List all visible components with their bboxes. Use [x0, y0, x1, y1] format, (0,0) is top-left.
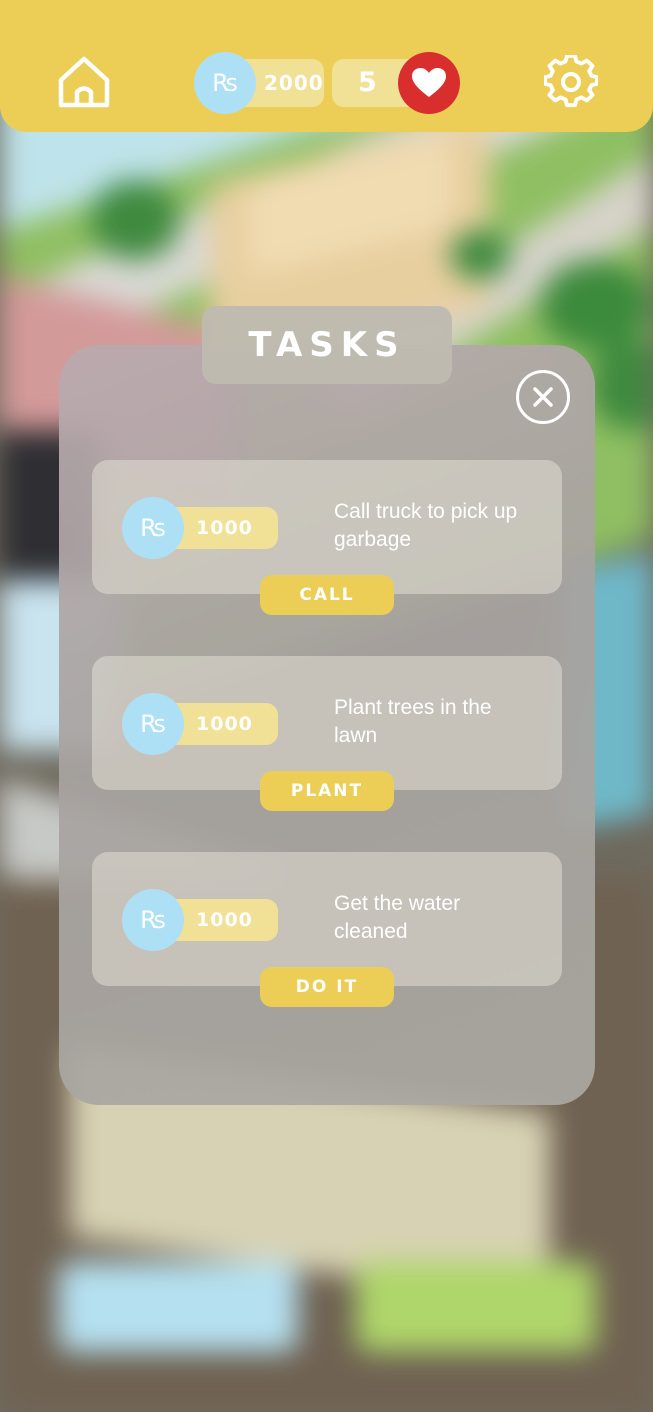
- coin-count: 2000: [264, 71, 324, 95]
- task-card: 1000 ₨ Get the water cleaned DO IT: [92, 852, 562, 1007]
- task-card: 1000 ₨ Plant trees in the lawn PLANT: [92, 656, 562, 811]
- rupee-coin-icon: ₨: [122, 497, 184, 559]
- reward-value: 1000: [196, 909, 253, 931]
- rupee-coin-icon: ₨: [122, 889, 184, 951]
- call-button[interactable]: CALL: [260, 575, 394, 615]
- reward-value: 1000: [196, 713, 253, 735]
- blurred-shop-button: [58, 1262, 298, 1352]
- heart-icon: [398, 52, 460, 114]
- tasks-title: TASKS: [248, 325, 406, 365]
- gear-icon: [544, 55, 598, 108]
- settings-button[interactable]: [544, 54, 598, 110]
- close-button[interactable]: [516, 370, 570, 424]
- blurred-play-button: [356, 1262, 596, 1352]
- plant-button[interactable]: PLANT: [260, 771, 394, 811]
- rupee-coin-icon: ₨: [194, 52, 256, 114]
- task-card: 1000 ₨ Call truck to pick up garbage CAL…: [92, 460, 562, 615]
- task-description: Call truck to pick up garbage: [334, 500, 518, 551]
- home-icon: [58, 56, 110, 108]
- task-description: Get the water cleaned: [334, 892, 461, 943]
- close-icon: [533, 387, 553, 407]
- top-hud: 2000 ₨ 5: [0, 0, 653, 132]
- rupee-coin-icon: ₨: [122, 693, 184, 755]
- lives-count: 5: [358, 67, 377, 98]
- tasks-title-tab: TASKS: [202, 306, 452, 384]
- home-button[interactable]: [56, 54, 112, 110]
- task-description: Plant trees in the lawn: [334, 696, 492, 747]
- do-it-button[interactable]: DO IT: [260, 967, 394, 1007]
- reward-value: 1000: [196, 517, 253, 539]
